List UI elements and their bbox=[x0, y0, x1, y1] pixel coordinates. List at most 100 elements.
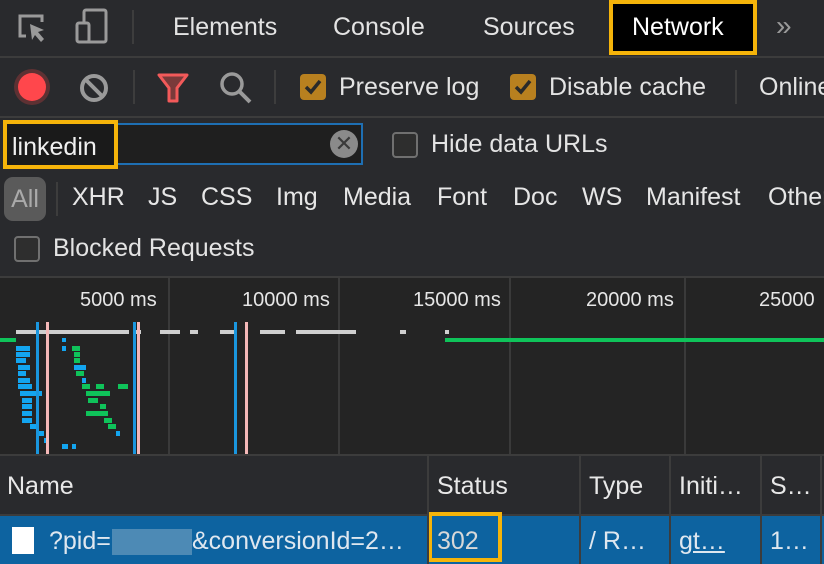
redacted-value bbox=[112, 529, 192, 555]
type-filter-css[interactable]: CSS bbox=[201, 183, 252, 212]
column-header-size[interactable]: S… bbox=[770, 472, 812, 501]
filter-row: linkedin Hide data URLs bbox=[0, 118, 824, 174]
hide-data-urls-label[interactable]: Hide data URLs bbox=[431, 130, 607, 159]
request-initiator-link[interactable]: gt… bbox=[679, 527, 725, 556]
more-tabs-icon[interactable]: » bbox=[776, 10, 792, 42]
tick-label: 20000 ms bbox=[586, 289, 674, 311]
waterfall-bar bbox=[74, 365, 86, 370]
waterfall-bar bbox=[16, 358, 26, 363]
column-divider[interactable] bbox=[579, 456, 581, 564]
waterfall-bar bbox=[22, 411, 32, 416]
type-filter-other[interactable]: Other bbox=[768, 183, 824, 212]
waterfall-bar bbox=[82, 384, 90, 389]
clear-icon[interactable] bbox=[79, 73, 109, 103]
waterfall-bar bbox=[108, 424, 116, 429]
disable-cache-label[interactable]: Disable cache bbox=[549, 73, 706, 102]
tick-label: 25000 bbox=[759, 289, 815, 311]
tab-console[interactable]: Console bbox=[333, 13, 425, 42]
waterfall-bar bbox=[74, 352, 80, 357]
waterfall-bar bbox=[400, 330, 406, 334]
tab-sources[interactable]: Sources bbox=[483, 13, 575, 42]
waterfall-bar bbox=[445, 338, 824, 342]
tick-label: 15000 ms bbox=[413, 289, 501, 311]
waterfall-bar bbox=[96, 384, 104, 389]
clear-filter-icon[interactable]: ✕ bbox=[330, 130, 358, 158]
dom-content-loaded-line bbox=[36, 322, 39, 454]
table-row[interactable]: ?pid= &conversionId=2… 302 / R… gt… 1… bbox=[0, 512, 824, 564]
type-filter-js[interactable]: JS bbox=[148, 183, 177, 212]
waterfall-bar bbox=[18, 378, 30, 383]
filter-icon[interactable] bbox=[156, 72, 190, 104]
grid-line bbox=[509, 278, 511, 454]
type-filter-ws[interactable]: WS bbox=[582, 183, 622, 212]
tab-network[interactable]: Network bbox=[632, 13, 724, 42]
divider bbox=[56, 182, 58, 216]
column-divider[interactable] bbox=[669, 456, 671, 564]
column-header-initiator[interactable]: Initi… bbox=[679, 472, 743, 501]
blocked-requests-row: Blocked Requests bbox=[0, 224, 824, 276]
document-icon bbox=[12, 527, 34, 554]
type-filter-doc[interactable]: Doc bbox=[513, 183, 557, 212]
type-filter-xhr[interactable]: XHR bbox=[72, 183, 125, 212]
checkmark-icon bbox=[304, 79, 322, 95]
load-event-line bbox=[46, 322, 49, 454]
preserve-log-checkbox[interactable] bbox=[300, 74, 326, 100]
type-filter-font[interactable]: Font bbox=[437, 183, 487, 212]
record-icon[interactable] bbox=[12, 67, 52, 107]
waterfall-bar bbox=[118, 384, 128, 389]
divider bbox=[132, 10, 134, 44]
inspect-element-icon[interactable] bbox=[16, 12, 48, 44]
grid-line bbox=[168, 278, 170, 454]
load-event-line bbox=[137, 322, 140, 454]
tab-elements[interactable]: Elements bbox=[173, 13, 277, 42]
request-type: / R… bbox=[589, 527, 646, 555]
waterfall-bar bbox=[260, 330, 285, 334]
network-toolbar: Preserve log Disable cache Online bbox=[0, 58, 824, 116]
blocked-requests-checkbox[interactable] bbox=[14, 236, 40, 262]
type-filter-manifest[interactable]: Manifest bbox=[646, 183, 740, 212]
waterfall-bar bbox=[18, 384, 32, 389]
waterfall-bar bbox=[76, 371, 84, 376]
waterfall-bar bbox=[16, 330, 129, 334]
divider bbox=[274, 70, 276, 104]
type-filter-media[interactable]: Media bbox=[343, 183, 411, 212]
type-filter-img[interactable]: Img bbox=[276, 183, 318, 212]
column-divider[interactable] bbox=[427, 456, 429, 564]
column-header-status[interactable]: Status bbox=[437, 472, 508, 501]
blocked-requests-label[interactable]: Blocked Requests bbox=[53, 234, 255, 263]
waterfall-bar bbox=[104, 418, 112, 423]
disable-cache-checkbox[interactable] bbox=[510, 74, 536, 100]
hide-data-urls-checkbox[interactable] bbox=[392, 132, 418, 158]
table-header: Name Status Type Initi… S… bbox=[0, 456, 824, 514]
filter-input-value[interactable]: linkedin bbox=[12, 133, 97, 162]
waterfall-bar bbox=[100, 404, 106, 409]
tick-label: 5000 ms bbox=[80, 289, 157, 311]
waterfall-bar bbox=[296, 330, 356, 334]
request-status: 302 bbox=[437, 527, 479, 555]
waterfall-bar bbox=[72, 444, 76, 449]
waterfall-bar bbox=[0, 338, 16, 342]
waterfall-bar bbox=[82, 378, 86, 383]
waterfall-bar bbox=[18, 365, 30, 370]
waterfall-bar bbox=[445, 330, 449, 334]
waterfall-bar bbox=[220, 330, 234, 334]
device-toolbar-icon[interactable] bbox=[74, 8, 110, 44]
network-overview-timeline[interactable]: 5000 ms 10000 ms 15000 ms 20000 ms 25000 bbox=[0, 278, 824, 454]
waterfall-bar bbox=[62, 444, 68, 449]
waterfall-bar bbox=[22, 404, 32, 409]
checkmark-icon bbox=[514, 79, 532, 95]
search-icon[interactable] bbox=[219, 71, 253, 105]
column-header-name[interactable]: Name bbox=[7, 472, 74, 501]
waterfall-bar bbox=[18, 371, 26, 376]
column-header-type[interactable]: Type bbox=[589, 472, 643, 501]
request-size: 1… bbox=[770, 527, 809, 555]
throttling-select[interactable]: Online bbox=[759, 73, 824, 102]
waterfall-bar bbox=[62, 338, 66, 342]
column-divider[interactable] bbox=[820, 456, 822, 564]
preserve-log-label[interactable]: Preserve log bbox=[339, 73, 479, 102]
waterfall-bar bbox=[74, 358, 80, 363]
waterfall-bar bbox=[22, 398, 32, 403]
divider bbox=[133, 70, 135, 104]
column-divider[interactable] bbox=[760, 456, 762, 564]
type-filter-all[interactable]: All bbox=[4, 177, 46, 221]
